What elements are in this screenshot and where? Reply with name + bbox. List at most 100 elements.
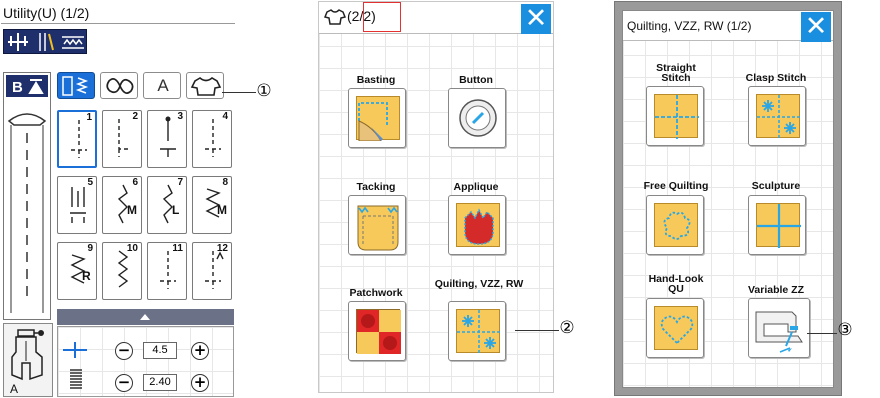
stitch-number: 10: [126, 243, 138, 254]
needle-icon[interactable]: [32, 32, 58, 52]
close-icon: ✕: [524, 3, 548, 34]
stitch-number: 5: [87, 177, 93, 188]
width-value: 4.5: [143, 342, 177, 359]
stitch-width-icon: [61, 340, 89, 360]
mirror-icon[interactable]: B: [6, 75, 48, 97]
callout-2: ②: [559, 318, 575, 337]
applique-button[interactable]: [448, 195, 506, 255]
variable-zz-button[interactable]: [748, 298, 810, 358]
quilting-icon: [456, 309, 501, 354]
stitch-number: 7: [177, 177, 183, 188]
callout-2-line: [515, 330, 559, 331]
auto-lock-icon[interactable]: [60, 32, 86, 52]
close-button[interactable]: ✕: [521, 4, 551, 34]
free-quilting-button[interactable]: [646, 195, 704, 255]
close-icon: ✕: [804, 11, 828, 42]
button-sew-button[interactable]: [448, 88, 506, 148]
stitch-number: 12: [216, 243, 228, 254]
stitch-number: 3: [177, 111, 183, 122]
clasp-stitch-icon: [756, 94, 801, 139]
title-divider: [1, 23, 235, 24]
screen-title: Quilting, VZZ, RW (1/2): [627, 19, 752, 33]
stitch-pattern-2[interactable]: 2: [102, 110, 142, 168]
stitch-pattern-11[interactable]: 11: [147, 242, 187, 300]
patchwork-button[interactable]: [348, 301, 406, 361]
stitch-suffix: R: [82, 269, 91, 283]
button-label: Button: [459, 74, 493, 86]
patchwork-icon: [356, 309, 401, 354]
stitch-pattern-9[interactable]: 9R: [57, 242, 97, 300]
sewing-machine-icon: [752, 302, 808, 356]
callout-3-line: [807, 333, 837, 334]
basting-button[interactable]: [348, 88, 406, 148]
stitch-number: 4: [222, 111, 228, 122]
straight-stitch-icon: [654, 94, 699, 139]
length-value: 2.40: [143, 374, 177, 391]
stitch-preview: B: [3, 72, 51, 320]
straight-stitch-button[interactable]: [646, 86, 704, 146]
tacking-button[interactable]: [348, 195, 406, 255]
foot-letter: A: [10, 382, 19, 396]
length-plus-button[interactable]: +: [191, 374, 209, 392]
basting-label: Basting: [356, 74, 396, 86]
hand-look-quilt-button[interactable]: [646, 298, 704, 358]
straight-stitch-label: Straight Stitch: [656, 62, 696, 84]
stitch-number: 9: [87, 243, 93, 254]
letters-tab-label: A: [157, 76, 169, 95]
stitch-pattern-10[interactable]: 10: [102, 242, 142, 300]
basting-icon: [356, 96, 400, 142]
twin-needle-icon[interactable]: [6, 32, 30, 52]
stitch-pattern-3[interactable]: 3: [147, 110, 187, 168]
width-plus-button[interactable]: +: [191, 342, 209, 360]
decorative-stitch-tab[interactable]: [100, 72, 138, 99]
presser-foot-indicator: A: [3, 323, 53, 397]
length-minus-button[interactable]: −: [115, 374, 133, 392]
stitch-number: 6: [132, 177, 138, 188]
callout-3: ③: [837, 320, 853, 339]
stitch-suffix: M: [217, 203, 227, 217]
sculpture-button[interactable]: [748, 195, 806, 255]
stitch-pattern-6[interactable]: 6M: [102, 176, 142, 234]
page-indicator-highlight: [363, 2, 401, 32]
clasp-stitch-button[interactable]: [748, 86, 806, 146]
stitch-number: 8: [222, 177, 228, 188]
tacking-icon: [355, 200, 401, 252]
presser-foot-icon: [8, 327, 50, 382]
stitch-number: 2: [132, 111, 138, 122]
callout-1-line: [222, 92, 256, 93]
stitch-pattern-7[interactable]: 7L: [147, 176, 187, 234]
utility-screen-page-2: (2/2) ✕ Basting Button Tacking Applique …: [318, 1, 554, 393]
stitch-pattern-12[interactable]: 12: [192, 242, 232, 300]
stitch-pattern-1[interactable]: 1: [57, 110, 97, 168]
sculpture-icon: [756, 203, 801, 248]
svg-text:B: B: [12, 79, 23, 96]
stitch-number: 11: [172, 243, 183, 254]
stitch-suffix: M: [127, 203, 137, 217]
callout-1: ①: [256, 81, 272, 100]
utility-screen: Utility(U) (1/2) B A 1 2 3 4 5 6 M 7 L 8 M 9 R 10 11 12: [1, 1, 235, 397]
stitch-suffix: L: [172, 203, 180, 217]
stitch-pattern-8[interactable]: 8M: [192, 176, 232, 234]
hand-look-quilt-label: Hand-Look QU: [648, 273, 704, 295]
stitch-pattern-4[interactable]: 4: [192, 110, 232, 168]
quilting-screen: Quilting, VZZ, RW (1/2) ✕ Straight Stitc…: [622, 10, 834, 388]
stitch-length-icon: [69, 368, 83, 392]
settings-expand-bar[interactable]: [57, 309, 234, 325]
free-quilting-icon: [654, 203, 698, 247]
sculpture-label: Sculpture: [751, 180, 801, 192]
presser-foot-outline: [6, 103, 48, 318]
utility-stitch-tab[interactable]: [57, 72, 95, 99]
applique-icon: [456, 203, 500, 247]
stitch-pattern-5[interactable]: 5: [57, 176, 97, 234]
width-minus-button[interactable]: −: [115, 342, 133, 360]
button-icon: [455, 95, 501, 141]
shirt-tab[interactable]: [186, 72, 224, 99]
applique-label: Applique: [453, 181, 499, 193]
stitch-number: 1: [86, 112, 92, 123]
shirt-icon: [323, 8, 347, 26]
close-button[interactable]: ✕: [801, 12, 831, 42]
letters-tab[interactable]: A: [143, 72, 181, 99]
quilting-vzz-rw-button[interactable]: [448, 301, 506, 361]
free-quilting-label: Free Quilting: [643, 180, 709, 192]
variable-zz-label: Variable ZZ: [747, 284, 805, 296]
